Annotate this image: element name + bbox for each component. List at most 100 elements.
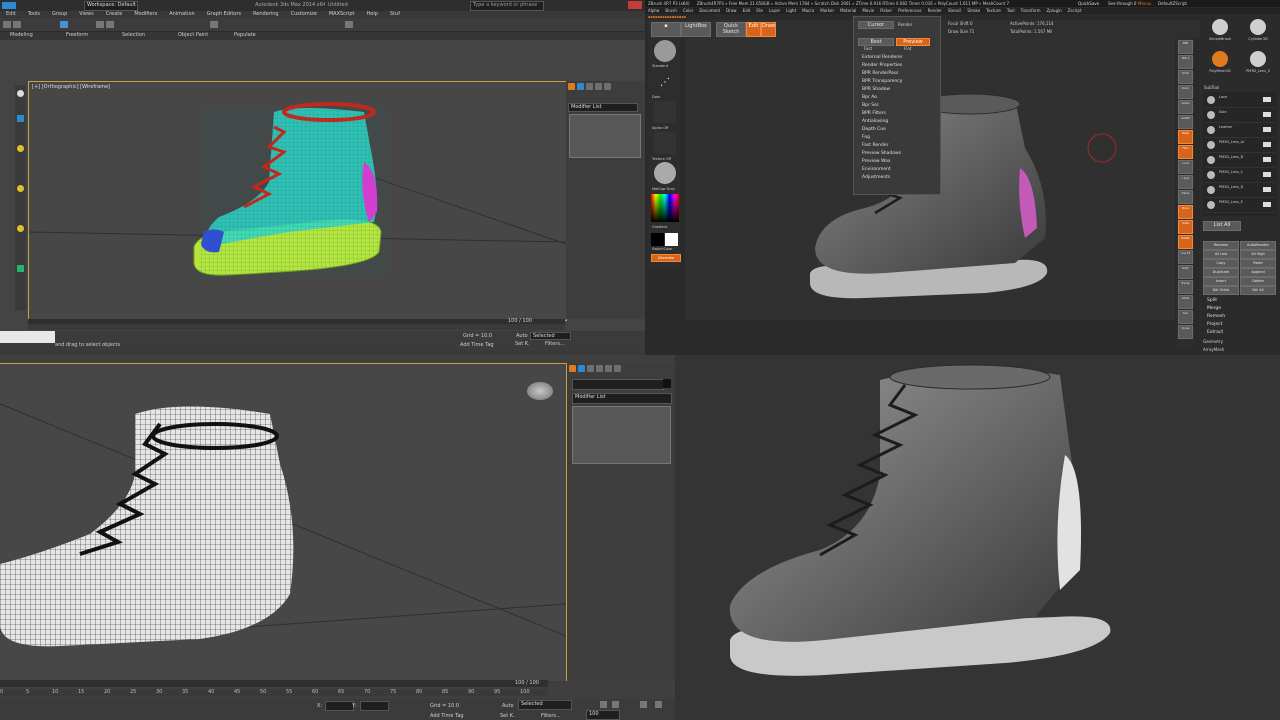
zbrush-menu-item[interactable]: File: [756, 8, 763, 13]
subtool-row[interactable]: Leather: [1205, 124, 1275, 138]
set-key-label[interactable]: Set K.: [515, 341, 529, 347]
hierarchy-tab-icon[interactable]: [587, 365, 594, 372]
shelf-button[interactable]: Ghost: [1178, 295, 1193, 309]
render-menu-item[interactable]: Preview Shadows: [858, 150, 928, 158]
subtool-op-button[interactable]: Del All: [1240, 286, 1276, 295]
shelf-button[interactable]: Frame: [1178, 190, 1193, 204]
main-color-swatch[interactable]: [651, 233, 664, 246]
subtool-op-button[interactable]: Duplicate: [1203, 268, 1239, 277]
render-menu-item[interactable]: Bpr Ao: [858, 94, 928, 102]
lightbox-button[interactable]: LightBox: [681, 22, 711, 37]
zbrush-menu-item[interactable]: Tool: [1007, 8, 1015, 13]
play-icon[interactable]: [600, 701, 607, 708]
cursor-button[interactable]: Cursor: [858, 21, 894, 29]
render-menu-item[interactable]: BPR Transparency: [858, 78, 928, 86]
snap-icon[interactable]: [210, 21, 218, 28]
pan-icon[interactable]: [655, 701, 662, 708]
shelf-button[interactable]: Zoom: [1178, 85, 1193, 99]
add-time-tag[interactable]: Add Time Tag: [460, 342, 500, 348]
zbrush-menu-item[interactable]: Alpha: [648, 8, 659, 13]
zbrush-menu-item[interactable]: Light: [786, 8, 796, 13]
undo-icon[interactable]: [3, 21, 11, 28]
array-mesh-section[interactable]: ArrayMesh: [1203, 347, 1243, 352]
subtool-section[interactable]: Extract: [1203, 329, 1277, 337]
render-icon[interactable]: [345, 21, 353, 28]
zbrush-menu-item[interactable]: Macro: [802, 8, 814, 13]
render-menu-item[interactable]: Depth Cue: [858, 126, 928, 134]
shelf-button[interactable]: Move: [1178, 205, 1193, 219]
motion-tab-icon[interactable]: [595, 83, 602, 90]
shelf-button[interactable]: Solo: [1178, 310, 1193, 324]
quick-sketch-button[interactable]: Quick Sketch: [716, 22, 746, 37]
subtool-op-button[interactable]: Delete: [1240, 277, 1276, 286]
zbrush-menu-item[interactable]: Layer: [769, 8, 780, 13]
alternate-button[interactable]: Alternate: [651, 254, 681, 262]
visibility-eye-icon[interactable]: [1263, 187, 1271, 192]
render-flat[interactable]: Flat: [904, 46, 928, 51]
timeline-ruler[interactable]: 0 5 10 15 20 25 30 35 40 45 50 55 60 65 70 75 80 85 90 95 10…: [0, 689, 548, 696]
shelf-button[interactable]: Scroll: [1178, 70, 1193, 84]
subtool-op-button[interactable]: Del Other: [1203, 286, 1239, 295]
maxscript-listener[interactable]: [0, 331, 55, 343]
shelf-button[interactable]: AAHalf: [1178, 115, 1193, 129]
render-menu-item[interactable]: Environment: [858, 166, 928, 174]
shelf-button[interactable]: Actual: [1178, 100, 1193, 114]
menu-item[interactable]: Stuf: [390, 11, 400, 17]
menu-item[interactable]: Create: [106, 11, 123, 17]
tool-icon[interactable]: [17, 185, 24, 192]
subtool-op-button[interactable]: Paste: [1240, 259, 1276, 268]
display-tab-icon[interactable]: [605, 365, 612, 372]
subtool-row[interactable]: PM3D_Lens_Ar: [1205, 139, 1275, 153]
modifier-stack[interactable]: [569, 114, 641, 158]
standard-brush-icon[interactable]: [654, 40, 676, 62]
visibility-eye-icon[interactable]: [1263, 157, 1271, 162]
tool-icon[interactable]: [17, 265, 24, 272]
visibility-eye-icon[interactable]: [1263, 127, 1271, 132]
zbrush-menu-item[interactable]: Preferences: [898, 8, 922, 13]
render-button[interactable]: Render: [898, 22, 928, 27]
render-menu-item[interactable]: BPR RenderPass: [858, 70, 928, 78]
tool-thumbnail[interactable]: SimpleBrush: [1202, 17, 1238, 47]
render-best[interactable]: Best: [858, 38, 894, 46]
render-menu-item[interactable]: BPR Filters: [858, 110, 928, 118]
default-script[interactable]: DefaultZScript: [1158, 0, 1187, 7]
shelf-button[interactable]: Local: [1178, 160, 1193, 174]
ribbon-tab[interactable]: Modeling: [10, 32, 46, 38]
menu-item[interactable]: MAXScript: [329, 11, 355, 17]
zbrush-menu-item[interactable]: Material: [840, 8, 856, 13]
key-filters-button[interactable]: Filters...: [545, 341, 567, 347]
app-icon[interactable]: [2, 2, 16, 9]
menu-item[interactable]: Group: [52, 11, 67, 17]
switch-color-button[interactable]: SwitchColor: [652, 247, 680, 251]
zbrush-menu-item[interactable]: Brush: [665, 8, 677, 13]
matcap-sphere-icon[interactable]: [654, 162, 676, 184]
menu-item[interactable]: Edit: [6, 11, 16, 17]
draw-size-slider[interactable]: Draw Size 71: [948, 29, 976, 35]
menu-item[interactable]: Rendering: [253, 11, 279, 17]
subtool-section[interactable]: Split: [1203, 297, 1277, 305]
render-menu-item[interactable]: Adjustments: [858, 174, 928, 182]
list-all-button[interactable]: List All: [1203, 221, 1241, 231]
projection-master-button[interactable]: ▪: [651, 22, 681, 37]
render-preview[interactable]: Preview: [896, 38, 930, 46]
subtool-section[interactable]: Remesh: [1203, 313, 1277, 321]
zbrush-menu-item[interactable]: Picker: [880, 8, 892, 13]
x-coordinate[interactable]: [325, 701, 354, 711]
zbrush-menu-item[interactable]: Zplugin: [1047, 8, 1062, 13]
shelf-button[interactable]: Transp: [1178, 280, 1193, 294]
see-through-slider[interactable]: See-through 0: [1108, 0, 1136, 7]
shelf-button[interactable]: PolyF: [1178, 265, 1193, 279]
subtool-row[interactable]: PM3D_Lens_E: [1205, 199, 1275, 213]
track-bar[interactable]: [28, 324, 565, 330]
select-icon[interactable]: [60, 21, 68, 28]
set-key-label[interactable]: Set K.: [500, 713, 516, 719]
menu-item[interactable]: Animation: [169, 11, 195, 17]
subtool-op-button[interactable]: Append: [1240, 268, 1276, 277]
workspace-dropdown[interactable]: Workspace: Default: [84, 1, 138, 11]
create-tab-icon[interactable]: [568, 83, 575, 90]
next-frame-icon[interactable]: [612, 701, 619, 708]
visibility-eye-icon[interactable]: [1263, 97, 1271, 102]
create-tab-icon[interactable]: [569, 365, 576, 372]
render-menu-item[interactable]: Render Properties: [858, 62, 928, 70]
modify-tab-icon[interactable]: [578, 365, 585, 372]
